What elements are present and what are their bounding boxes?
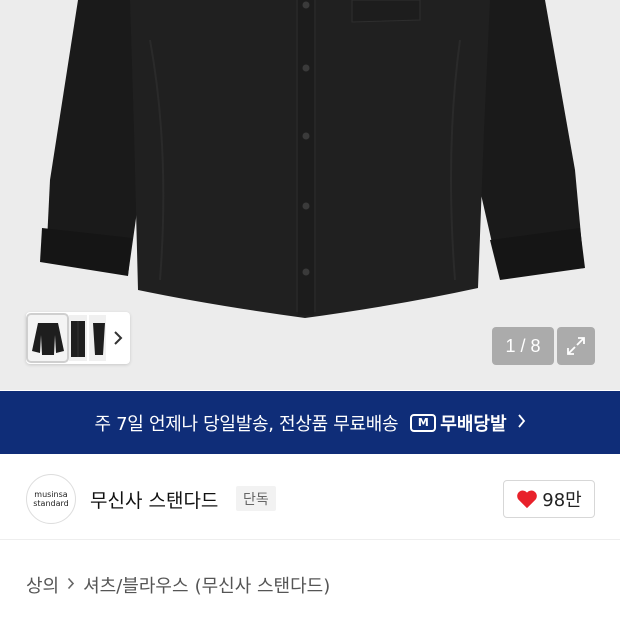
product-title <box>26 610 346 620</box>
thumbnail-3[interactable] <box>88 315 107 361</box>
chevron-right-icon <box>517 412 526 433</box>
breadcrumb-item-shirts[interactable]: 셔츠/블라우스 <box>83 572 188 598</box>
banner-text: 주 7일 언제나 당일발송, 전상품 무료배송 <box>94 413 399 435</box>
badge-label: 무배당발 <box>440 413 507 435</box>
shipping-banner[interactable]: 주 7일 언제나 당일발송, 전상품 무료배송 M 무배당발 <box>0 391 620 454</box>
breadcrumb-item-top[interactable]: 상의 <box>26 572 59 598</box>
brand-row: musinsa standard 무신사 스탠다드 단독 98만 <box>0 458 620 540</box>
heart-icon <box>517 490 538 509</box>
brand-logo-line1: musinsa <box>34 489 68 499</box>
breadcrumb-brand[interactable]: (무신사 스탠다드) <box>195 572 331 598</box>
truck-m-icon: M <box>410 413 437 432</box>
brand-logo-line2: standard <box>33 499 69 508</box>
thumbnail-2[interactable] <box>69 315 87 361</box>
image-counter: 1 / 8 <box>492 327 554 365</box>
like-count: 98만 <box>542 490 582 511</box>
chevron-right-icon[interactable] <box>108 315 128 361</box>
chevron-right-icon <box>67 577 75 594</box>
expand-arrows-icon[interactable] <box>557 327 595 365</box>
thumbnail-1[interactable] <box>25 313 70 363</box>
thumbnail-strip <box>25 312 130 364</box>
brand-logo[interactable]: musinsa standard <box>26 474 76 524</box>
breadcrumb: 상의 셔츠/블라우스 (무신사 스탠다드) <box>26 572 330 598</box>
free-shipping-badge: M 무배당발 <box>410 410 507 436</box>
exclusive-tag: 단독 <box>236 486 276 511</box>
like-button[interactable]: 98만 <box>503 480 595 518</box>
product-image[interactable]: 1 / 8 <box>0 0 620 390</box>
brand-name[interactable]: 무신사 스탠다드 <box>90 486 218 513</box>
